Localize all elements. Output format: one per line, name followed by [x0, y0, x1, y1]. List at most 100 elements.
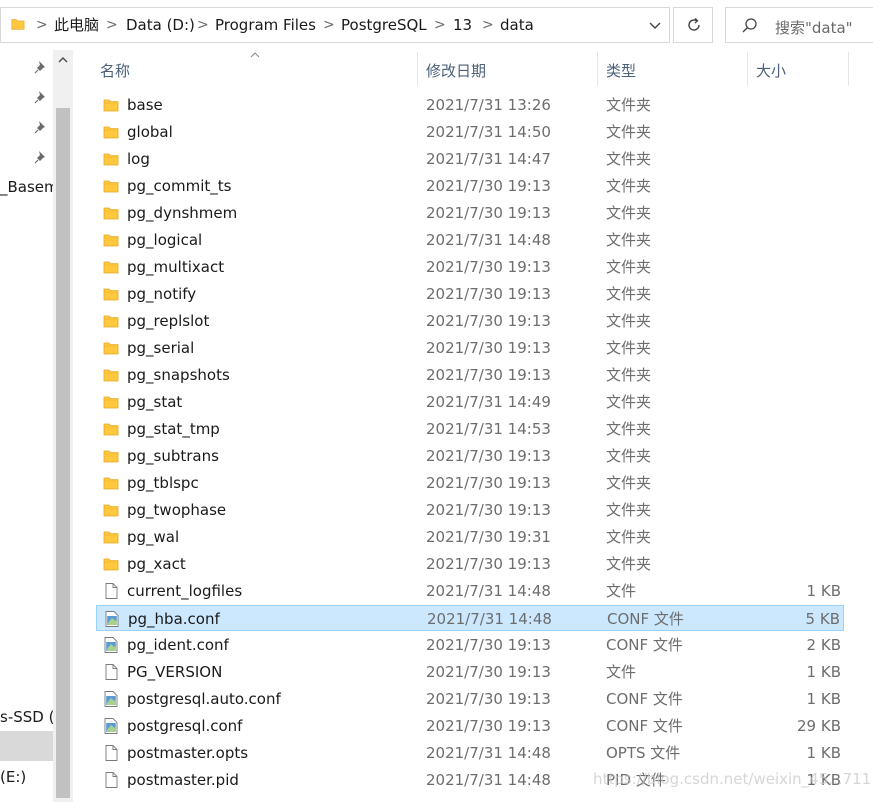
file-name: postmaster.pid: [127, 771, 239, 789]
column-divider[interactable]: [417, 52, 418, 86]
file-row[interactable]: pg_commit_ts 2021/7/30 19:13 文件夹: [96, 173, 844, 199]
file-row[interactable]: pg_twophase 2021/7/30 19:13 文件夹: [96, 497, 844, 523]
folder-icon: [103, 288, 119, 301]
toolbar: > 此电脑 > Data (D:) > Program Files > Post…: [0, 0, 873, 50]
file-type: PID 文件: [606, 771, 666, 789]
file-row[interactable]: global 2021/7/31 14:50 文件夹: [96, 119, 844, 145]
file-row[interactable]: pg_logical 2021/7/31 14:48 文件夹: [96, 227, 844, 253]
breadcrumb-13[interactable]: 13: [453, 16, 472, 34]
file-modified-date: 2021/7/30 19:13: [426, 663, 551, 681]
file-row[interactable]: PG_VERSION 2021/7/30 19:13 文件 1 KB: [96, 659, 844, 685]
breadcrumb-data-drive[interactable]: Data (D:): [126, 16, 195, 34]
navigation-pane: _Basema s-SSD (C (E:): [0, 50, 74, 802]
column-divider[interactable]: [848, 52, 849, 86]
file-name: pg_tblspc: [127, 474, 199, 492]
chevron-up-icon[interactable]: [56, 53, 70, 67]
column-divider[interactable]: [597, 52, 598, 86]
breadcrumb-separator-icon[interactable]: >: [106, 16, 118, 34]
column-header-date[interactable]: 修改日期: [426, 60, 486, 81]
file-modified-date: 2021/7/30 19:13: [426, 177, 551, 195]
file-type: 文件夹: [606, 312, 652, 330]
file-row[interactable]: pg_subtrans 2021/7/30 19:13 文件夹: [96, 443, 844, 469]
folder-icon: [103, 207, 119, 220]
file-row[interactable]: log 2021/7/31 14:47 文件夹: [96, 146, 844, 172]
breadcrumb-postgresql[interactable]: PostgreSQL: [341, 16, 427, 34]
file-row[interactable]: pg_replslot 2021/7/30 19:13 文件夹: [96, 308, 844, 334]
column-header-name[interactable]: 名称: [100, 60, 130, 81]
file-size: 1 KB: [806, 744, 841, 762]
file-row[interactable]: pg_snapshots 2021/7/30 19:13 文件夹: [96, 362, 844, 388]
file-modified-date: 2021/7/30 19:13: [426, 447, 551, 465]
file-row[interactable]: base 2021/7/31 13:26 文件夹: [96, 92, 844, 118]
file-row[interactable]: pg_dynshmem 2021/7/30 19:13 文件夹: [96, 200, 844, 226]
breadcrumb-separator-icon[interactable]: >: [197, 16, 209, 34]
file-type: 文件夹: [606, 447, 652, 465]
conf-file-icon: [105, 611, 119, 627]
file-type: OPTS 文件: [606, 744, 681, 762]
file-name: pg_dynshmem: [127, 204, 238, 222]
pin-icon[interactable]: [34, 60, 48, 74]
folder-icon: [103, 99, 119, 112]
folder-icon: [103, 423, 119, 436]
breadcrumb-this-pc[interactable]: 此电脑: [54, 16, 99, 34]
column-header-type[interactable]: 类型: [606, 60, 636, 81]
breadcrumb-separator-icon[interactable]: >: [36, 16, 48, 34]
folder-icon: [103, 396, 119, 409]
file-name: pg_notify: [127, 285, 197, 303]
nav-scrollbar[interactable]: [53, 50, 73, 802]
file-row[interactable]: pg_xact 2021/7/30 19:13 文件夹: [96, 551, 844, 577]
file-size: 5 KB: [805, 610, 840, 628]
pin-icon[interactable]: [34, 150, 48, 164]
file-row[interactable]: postgresql.conf 2021/7/30 19:13 CONF 文件 29 …: [96, 713, 844, 739]
file-modified-date: 2021/7/31 14:48: [426, 582, 551, 600]
nav-selection-highlight: [0, 731, 53, 761]
file-row[interactable]: pg_serial 2021/7/30 19:13 文件夹: [96, 335, 844, 361]
search-input[interactable]: 搜索"data": [725, 7, 873, 43]
breadcrumb-separator-icon[interactable]: >: [482, 16, 494, 34]
breadcrumb-separator-icon[interactable]: >: [434, 16, 446, 34]
search-placeholder: 搜索"data": [775, 19, 853, 37]
chevron-down-icon[interactable]: [645, 15, 665, 35]
file-modified-date: 2021/7/30 19:13: [426, 636, 551, 654]
file-size: 1 KB: [806, 582, 841, 600]
file-name: pg_hba.conf: [128, 610, 220, 628]
file-name: PG_VERSION: [127, 663, 223, 681]
file-name: pg_stat: [127, 393, 183, 411]
file-name: pg_wal: [127, 528, 180, 546]
search-icon: [742, 18, 757, 33]
file-row[interactable]: postmaster.opts 2021/7/31 14:48 OPTS 文件 1 K…: [96, 740, 844, 766]
scrollbar-thumb[interactable]: [56, 108, 70, 798]
pin-icon[interactable]: [34, 90, 48, 104]
breadcrumb-program-files[interactable]: Program Files: [215, 16, 316, 34]
file-row[interactable]: postmaster.pid 2021/7/31 14:48 PID 文件 1 KB: [96, 767, 844, 793]
refresh-button[interactable]: [673, 7, 713, 43]
file-name: pg_multixact: [127, 258, 225, 276]
file-name: pg_commit_ts: [127, 177, 232, 195]
column-header-size[interactable]: 大小: [756, 60, 786, 81]
file-row[interactable]: pg_notify 2021/7/30 19:13 文件夹: [96, 281, 844, 307]
file-type: CONF 文件: [607, 610, 684, 628]
file-row[interactable]: pg_stat 2021/7/31 14:49 文件夹: [96, 389, 844, 415]
folder-icon: [103, 261, 119, 274]
file-type: 文件夹: [606, 528, 652, 546]
column-divider[interactable]: [747, 52, 748, 86]
file-row[interactable]: pg_multixact 2021/7/30 19:13 文件夹: [96, 254, 844, 280]
address-bar[interactable]: > 此电脑 > Data (D:) > Program Files > Post…: [0, 7, 670, 43]
file-row[interactable]: pg_wal 2021/7/30 19:31 文件夹: [96, 524, 844, 550]
file-row[interactable]: pg_tblspc 2021/7/30 19:13 文件夹: [96, 470, 844, 496]
conf-file-icon: [104, 718, 118, 734]
file-row[interactable]: current_logfiles 2021/7/31 14:48 文件 1 KB: [96, 578, 844, 604]
file-row[interactable]: pg_ident.conf 2021/7/30 19:13 CONF 文件 2 KB: [96, 632, 844, 658]
pin-icon[interactable]: [34, 120, 48, 134]
breadcrumb-separator-icon[interactable]: >: [323, 16, 335, 34]
file-name: pg_stat_tmp: [127, 420, 220, 438]
breadcrumb-data[interactable]: data: [500, 16, 534, 34]
file-modified-date: 2021/7/31 13:26: [426, 96, 551, 114]
file-row[interactable]: pg_stat_tmp 2021/7/31 14:53 文件夹: [96, 416, 844, 442]
file-type: 文件夹: [606, 501, 652, 519]
file-name: pg_serial: [127, 339, 195, 357]
file-modified-date: 2021/7/30 19:13: [426, 501, 551, 519]
file-row[interactable]: postgresql.auto.conf 2021/7/30 19:13 CONF …: [96, 686, 844, 712]
file-row[interactable]: pg_hba.conf 2021/7/31 14:48 CONF 文件 5 KB: [96, 605, 844, 631]
nav-item-e-drive[interactable]: (E:): [0, 768, 26, 786]
